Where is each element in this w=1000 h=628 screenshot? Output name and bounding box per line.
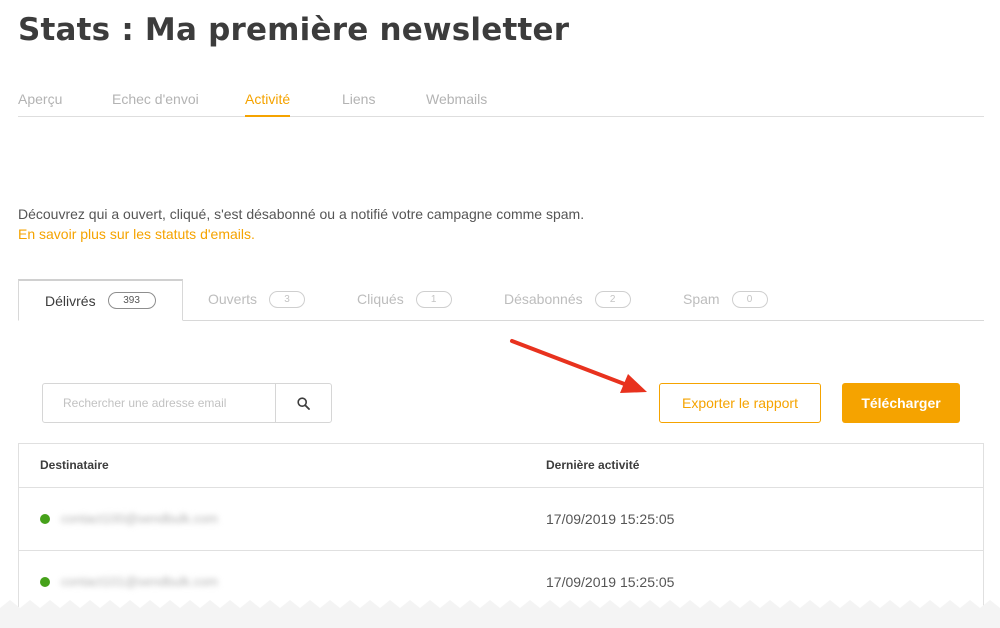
export-report-button[interactable]: Exporter le rapport bbox=[659, 383, 821, 423]
tab-cliques-count: 1 bbox=[415, 290, 452, 308]
search-icon bbox=[297, 396, 310, 410]
tab-delivres-label: Délivrés bbox=[45, 292, 96, 309]
tab-desabonnes-count: 2 bbox=[594, 290, 631, 308]
tab-cliques-label: Cliqués bbox=[357, 291, 404, 307]
tab-activite[interactable]: Activité bbox=[245, 91, 291, 117]
tab-delivres[interactable]: Délivrés 393 bbox=[18, 279, 183, 321]
search-input[interactable] bbox=[43, 384, 275, 422]
tab-ouverts-count: 3 bbox=[269, 290, 306, 308]
annotation-arrow-icon bbox=[510, 339, 647, 393]
tab-spam-count: 0 bbox=[731, 290, 768, 308]
tab-webmails[interactable]: Webmails bbox=[426, 91, 487, 115]
table-header: Destinataire Dernière activité bbox=[19, 444, 983, 488]
page-title: Stats : Ma première newsletter bbox=[18, 12, 570, 48]
table-row[interactable]: contact100@sendbulk.com 17/09/2019 15:25… bbox=[19, 488, 983, 551]
tab-apercu[interactable]: Aperçu bbox=[18, 91, 62, 115]
tab-delivres-count: 393 bbox=[107, 292, 156, 309]
recipient-email: contact100@sendbulk.com bbox=[61, 511, 219, 526]
tab-cliques[interactable]: Cliqués 1 bbox=[357, 279, 452, 319]
email-status-help-link[interactable]: En savoir plus sur les statuts d'emails. bbox=[18, 224, 584, 244]
status-dot-icon bbox=[40, 514, 50, 524]
tab-desabonnes[interactable]: Désabonnés 2 bbox=[504, 279, 631, 319]
torn-edge-divider bbox=[0, 600, 1000, 628]
search-box bbox=[42, 383, 332, 423]
download-button[interactable]: Télécharger bbox=[842, 383, 960, 423]
search-button[interactable] bbox=[275, 384, 331, 422]
tab-ouverts-label: Ouverts bbox=[208, 291, 258, 307]
tab-echec-envoi[interactable]: Echec d'envoi bbox=[112, 91, 199, 115]
tab-spam-label: Spam bbox=[683, 291, 720, 307]
tab-spam[interactable]: Spam 0 bbox=[683, 279, 768, 319]
column-header-recipient: Destinataire bbox=[40, 458, 109, 472]
status-tabs: Délivrés 393 Ouverts 3 Cliqués 1 Désabon… bbox=[18, 279, 984, 321]
intro-text-block: Découvrez qui a ouvert, cliqué, s'est dé… bbox=[18, 204, 584, 244]
last-activity-date: 17/09/2019 15:25:05 bbox=[546, 511, 675, 527]
tab-ouverts[interactable]: Ouverts 3 bbox=[208, 279, 306, 319]
tab-desabonnes-label: Désabonnés bbox=[504, 291, 583, 307]
status-dot-icon bbox=[40, 577, 50, 587]
column-header-last-activity: Dernière activité bbox=[546, 458, 640, 472]
top-tabs: Aperçu Echec d'envoi Activité Liens Webm… bbox=[18, 91, 984, 117]
recipient-email: contact101@sendbulk.com bbox=[61, 574, 219, 589]
intro-description: Découvrez qui a ouvert, cliqué, s'est dé… bbox=[18, 206, 585, 222]
tab-liens[interactable]: Liens bbox=[342, 91, 375, 115]
last-activity-date: 17/09/2019 15:25:05 bbox=[546, 574, 675, 590]
